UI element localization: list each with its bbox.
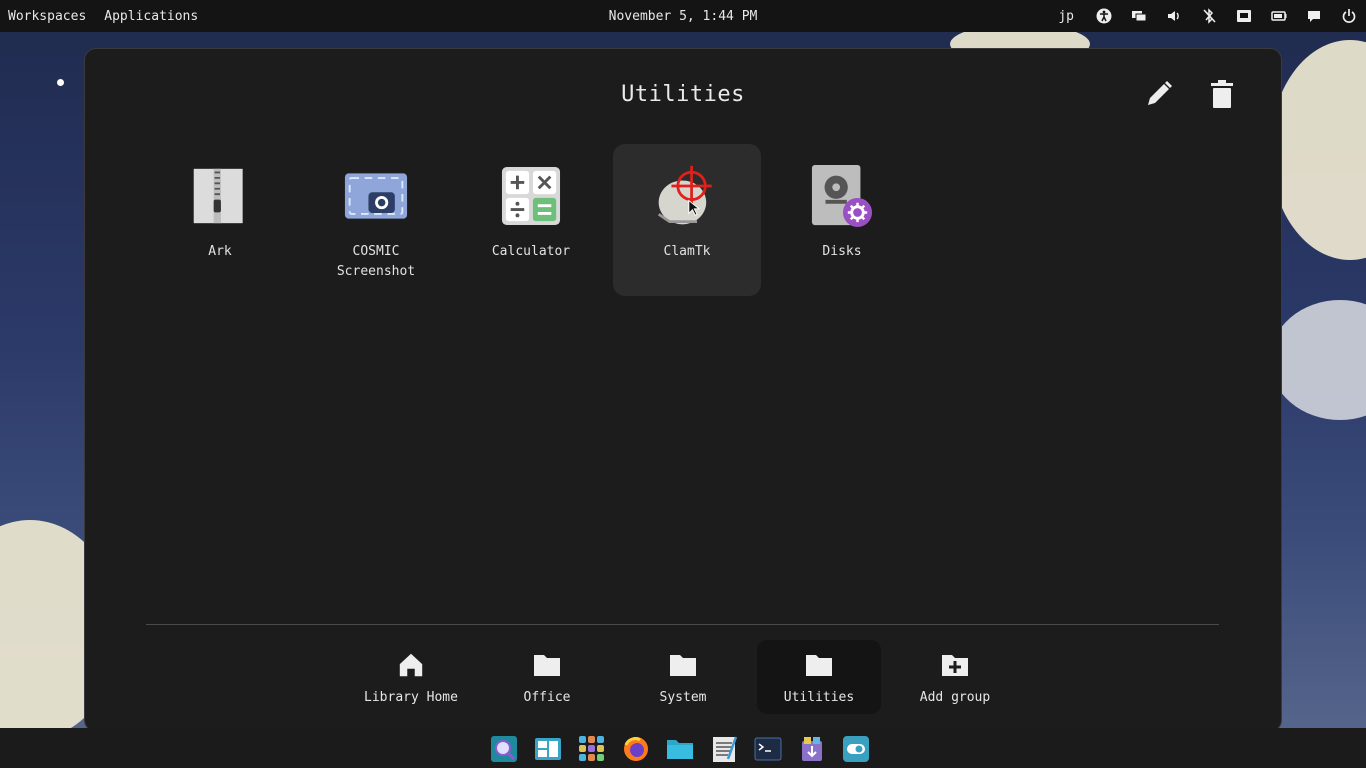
workspaces-button[interactable]: Workspaces xyxy=(8,9,86,24)
folder-icon xyxy=(532,650,562,680)
archive-zip-icon xyxy=(188,164,252,228)
screenshot-camera-icon xyxy=(344,164,408,228)
group-library-home[interactable]: Library Home xyxy=(349,640,473,714)
group-system[interactable]: System xyxy=(621,640,745,714)
clock[interactable]: November 5, 1:44 PM xyxy=(609,9,758,24)
app-label: ClamTk xyxy=(663,244,711,259)
home-icon xyxy=(396,650,426,680)
store-icon[interactable] xyxy=(797,734,827,764)
accessibility-icon[interactable] xyxy=(1095,7,1113,25)
delete-group-button[interactable] xyxy=(1204,78,1240,114)
text-editor-icon[interactable] xyxy=(709,734,739,764)
app-label: COSMIC Screenshot xyxy=(336,244,416,279)
folder-icon xyxy=(668,650,698,680)
battery-icon[interactable] xyxy=(1270,7,1288,25)
network-icon[interactable] xyxy=(1235,7,1253,25)
app-label: Disks xyxy=(822,244,862,259)
app-tile-ark[interactable]: Ark xyxy=(146,144,294,296)
app-label: Calculator xyxy=(491,244,571,259)
app-grid: Ark COSMIC Screenshot Calculator ClamTk … xyxy=(146,144,1146,304)
files-icon[interactable] xyxy=(665,734,695,764)
launcher-search-icon[interactable] xyxy=(489,734,519,764)
dock xyxy=(0,728,1366,768)
wallpaper-cloud xyxy=(1270,300,1366,420)
group-office[interactable]: Office xyxy=(485,640,609,714)
top-panel: Workspaces Applications November 5, 1:44… xyxy=(0,0,1366,32)
applications-button[interactable]: Applications xyxy=(104,9,198,24)
terminal-icon[interactable] xyxy=(753,734,783,764)
app-library-icon[interactable] xyxy=(577,734,607,764)
wallpaper-cloud xyxy=(1270,40,1366,260)
group-label: Add group xyxy=(919,690,991,705)
trash-icon xyxy=(1206,78,1238,114)
volume-icon[interactable] xyxy=(1165,7,1183,25)
group-label: Library Home xyxy=(364,690,458,705)
disks-icon xyxy=(810,164,874,228)
workspaces-icon[interactable] xyxy=(533,734,563,764)
firefox-icon[interactable] xyxy=(621,734,651,764)
group-label: System xyxy=(659,690,707,705)
display-icon[interactable] xyxy=(1130,7,1148,25)
folder-add-icon xyxy=(940,650,970,680)
app-tile-cosmic-screenshot[interactable]: COSMIC Screenshot xyxy=(302,144,450,296)
clamtk-crosshair-icon xyxy=(655,164,719,228)
divider xyxy=(146,624,1219,625)
group-utilities[interactable]: Utilities xyxy=(757,640,881,714)
app-label: Ark xyxy=(208,244,232,259)
calculator-icon xyxy=(499,164,563,228)
folder-icon xyxy=(804,650,834,680)
app-tile-clamtk[interactable]: ClamTk xyxy=(613,144,761,296)
add-group-button[interactable]: Add group xyxy=(893,640,1017,714)
power-icon[interactable] xyxy=(1340,7,1358,25)
notifications-icon[interactable] xyxy=(1305,7,1323,25)
app-tile-calculator[interactable]: Calculator xyxy=(457,144,605,296)
group-bar: Library Home Office System Utilities Add… xyxy=(0,640,1366,716)
group-label: Utilities xyxy=(783,690,855,705)
pencil-icon xyxy=(1143,78,1175,114)
app-tile-disks[interactable]: Disks xyxy=(768,144,916,296)
bluetooth-off-icon[interactable] xyxy=(1200,7,1218,25)
group-label: Office xyxy=(523,690,571,705)
settings-icon[interactable] xyxy=(841,734,871,764)
edit-group-button[interactable] xyxy=(1141,78,1177,114)
input-method-indicator[interactable]: jp xyxy=(1058,9,1074,24)
